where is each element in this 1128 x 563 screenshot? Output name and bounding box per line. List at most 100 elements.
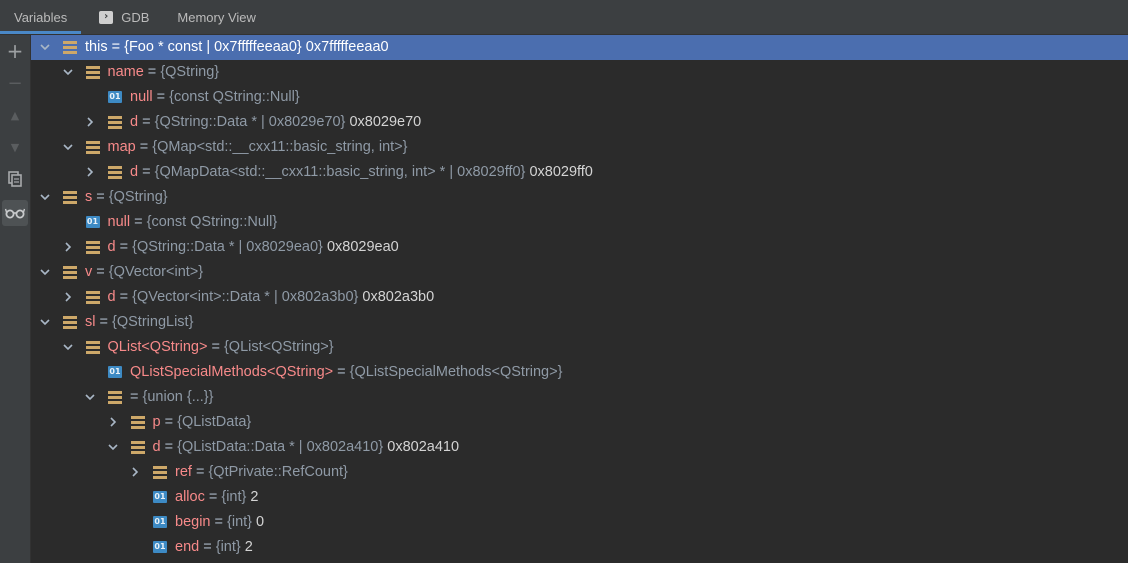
variable-name: sl bbox=[85, 314, 96, 330]
variable-name: end bbox=[175, 539, 200, 555]
tree-row[interactable]: 01 null = {const QString::Null} bbox=[31, 210, 1128, 235]
tree-row[interactable]: ref = {QtPrivate::RefCount} bbox=[31, 460, 1128, 485]
equals-sign: = bbox=[115, 239, 133, 255]
tree-row[interactable]: v = {QVector<int>} bbox=[31, 260, 1128, 285]
chevron-down-icon[interactable] bbox=[107, 441, 119, 453]
tree-row[interactable]: 01 begin = {int} 0 bbox=[31, 510, 1128, 535]
tree-row[interactable]: QList<QString> = {QList<QString>} bbox=[31, 335, 1128, 360]
primitive-icon: 01 bbox=[153, 516, 167, 528]
arrow-up-icon: ▲ bbox=[10, 108, 20, 122]
struct-icon bbox=[63, 266, 77, 279]
variable-text: map = {QMap<std::__cxx11::basic_string, … bbox=[108, 139, 408, 155]
variable-name: d bbox=[130, 164, 139, 180]
chevron-right-icon[interactable] bbox=[107, 416, 119, 428]
struct-icon bbox=[63, 316, 77, 329]
tree-row[interactable]: d = {QListData::Data * | 0x802a410} 0x80… bbox=[31, 435, 1128, 460]
variable-type: {QListData::Data * | 0x802a410} bbox=[177, 439, 384, 455]
variable-type: {QStringList} bbox=[112, 314, 194, 330]
remove-watch-button[interactable]: − bbox=[2, 70, 28, 96]
variables-toolbar: + − ▲ ▼ bbox=[0, 35, 31, 563]
variable-value: 0x8029ea0 bbox=[326, 239, 399, 255]
tree-row[interactable]: this = {Foo * const | 0x7fffffeeaa0} 0x7… bbox=[31, 35, 1128, 60]
debug-tab-bar: Variables › GDB Memory View bbox=[0, 0, 1128, 35]
variable-value: 0x8029ff0 bbox=[529, 164, 593, 180]
variable-name: name bbox=[107, 64, 144, 80]
tab-gdb[interactable]: › GDB bbox=[81, 0, 163, 34]
equals-sign: = bbox=[143, 64, 161, 80]
equals-sign: = bbox=[204, 489, 222, 505]
glasses-icon bbox=[5, 208, 25, 219]
chevron-down-icon[interactable] bbox=[39, 266, 51, 278]
tree-row[interactable]: sl = {QStringList} bbox=[31, 310, 1128, 335]
variable-text: null = {const QString::Null} bbox=[130, 89, 300, 105]
variable-type: {int} bbox=[215, 539, 241, 555]
arrow-down-icon: ▼ bbox=[10, 140, 20, 154]
variable-type: {QVector<int>::Data * | 0x802a3b0} bbox=[132, 289, 359, 305]
primitive-icon: 01 bbox=[153, 491, 167, 503]
chevron-down-icon[interactable] bbox=[62, 341, 74, 353]
tree-row[interactable]: 01 end = {int} 2 bbox=[31, 535, 1128, 560]
move-down-button[interactable]: ▼ bbox=[2, 134, 28, 160]
tree-row[interactable]: 01 alloc = {int} 2 bbox=[31, 485, 1128, 510]
variable-value: 0x7fffffeeaa0 bbox=[305, 39, 389, 55]
variable-type: {QMap<std::__cxx11::basic_string, int>} bbox=[152, 139, 408, 155]
tree-row[interactable]: name = {QString} bbox=[31, 60, 1128, 85]
variable-text: this = {Foo * const | 0x7fffffeeaa0} 0x7… bbox=[85, 39, 389, 55]
chevron-right-icon[interactable] bbox=[62, 291, 74, 303]
tree-row[interactable]: d = {QMapData<std::__cxx11::basic_string… bbox=[31, 160, 1128, 185]
chevron-right-icon[interactable] bbox=[84, 116, 96, 128]
struct-icon bbox=[130, 441, 145, 454]
equals-sign: = bbox=[135, 139, 153, 155]
variable-type: {QtPrivate::RefCount} bbox=[208, 464, 348, 480]
equals-sign: = bbox=[160, 439, 178, 455]
show-watches-toggle[interactable] bbox=[2, 200, 28, 226]
move-up-button[interactable]: ▲ bbox=[2, 102, 28, 128]
equals-sign: = bbox=[333, 364, 350, 380]
tab-memory-view[interactable]: Memory View bbox=[163, 0, 270, 34]
tab-memory-view-label: Memory View bbox=[177, 9, 256, 25]
variable-type: {QListSpecialMethods<QString>} bbox=[349, 364, 563, 380]
tree-row[interactable]: = {union {...}} bbox=[31, 385, 1128, 410]
tree-row[interactable]: 01 QListSpecialMethods<QString> = {QListS… bbox=[31, 360, 1128, 385]
primitive-icon: 01 bbox=[153, 541, 167, 553]
variable-name: null bbox=[107, 214, 131, 230]
variable-name: QList<QString> bbox=[107, 339, 208, 355]
chevron-down-icon[interactable] bbox=[39, 316, 51, 328]
tree-row[interactable]: s = {QString} bbox=[31, 185, 1128, 210]
chevron-down-icon[interactable] bbox=[62, 66, 74, 78]
chevron-right-icon[interactable] bbox=[129, 466, 141, 478]
chevron-down-icon[interactable] bbox=[39, 41, 51, 53]
add-watch-button[interactable]: + bbox=[2, 38, 28, 64]
variables-tree[interactable]: this = {Foo * const | 0x7fffffeeaa0} 0x7… bbox=[31, 35, 1128, 563]
tree-row[interactable]: d = {QString::Data * | 0x8029ea0} 0x8029… bbox=[31, 235, 1128, 260]
variable-type: {int} bbox=[227, 514, 253, 530]
struct-icon bbox=[85, 341, 100, 354]
chevron-down-icon[interactable] bbox=[39, 191, 51, 203]
primitive-icon: 01 bbox=[85, 216, 100, 228]
equals-sign: = bbox=[191, 464, 209, 480]
variable-text: = {union {...}} bbox=[130, 389, 213, 405]
tab-variables[interactable]: Variables bbox=[0, 0, 82, 34]
variable-type: {QListData} bbox=[177, 414, 252, 430]
tree-row[interactable]: d = {QString::Data * | 0x8029e70} 0x8029… bbox=[31, 110, 1128, 135]
copy-button[interactable] bbox=[2, 166, 28, 192]
chevron-down-icon[interactable] bbox=[62, 141, 74, 153]
chevron-right-icon[interactable] bbox=[62, 241, 74, 253]
console-icon: › bbox=[99, 10, 114, 24]
variable-text: d = {QString::Data * | 0x8029e70} 0x8029… bbox=[130, 114, 421, 130]
tree-row[interactable]: p = {QListData} bbox=[31, 410, 1128, 435]
copy-icon bbox=[8, 171, 22, 187]
equals-sign: = bbox=[130, 389, 143, 405]
tree-row[interactable]: d = {QVector<int>::Data * | 0x802a3b0} 0… bbox=[31, 285, 1128, 310]
struct-icon bbox=[108, 116, 122, 129]
chevron-right-icon[interactable] bbox=[84, 166, 96, 178]
tree-row[interactable]: 01 null = {const QString::Null} bbox=[31, 85, 1128, 110]
variable-type: {int} bbox=[221, 489, 247, 505]
tree-row[interactable]: map = {QMap<std::__cxx11::basic_string, … bbox=[31, 135, 1128, 160]
struct-icon bbox=[63, 41, 77, 54]
variable-name: QListSpecialMethods<QString> bbox=[130, 364, 334, 380]
equals-sign: = bbox=[92, 189, 109, 205]
variable-name: d bbox=[152, 439, 161, 455]
variable-name: p bbox=[152, 414, 161, 430]
chevron-down-icon[interactable] bbox=[84, 391, 96, 403]
